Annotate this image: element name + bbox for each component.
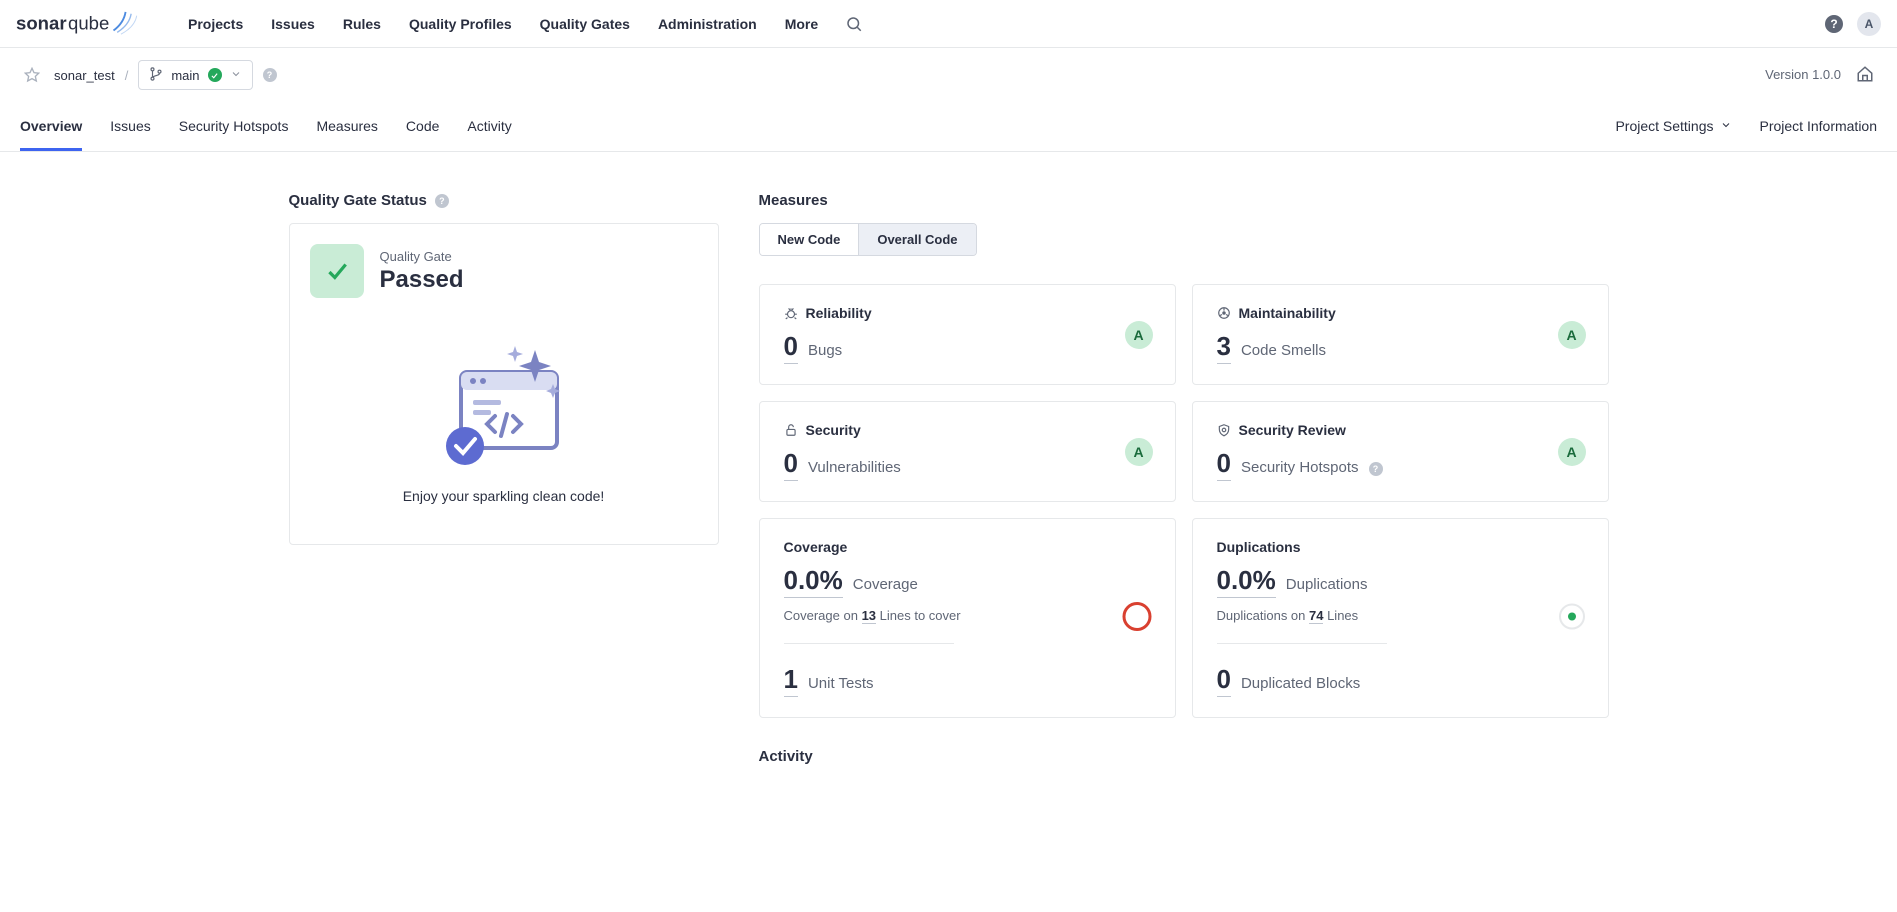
bug-icon: [784, 306, 798, 320]
security-review-card: Security Review 0 Security Hotspots ? A: [1192, 401, 1609, 502]
star-icon[interactable]: [20, 63, 44, 87]
security-review-rating[interactable]: A: [1558, 438, 1586, 466]
hotspots-label: Security Hotspots: [1241, 459, 1359, 476]
coverage-card: Coverage 0.0% Coverage Coverage on 13 Li…: [759, 518, 1176, 718]
quality-gate-check-icon: [310, 244, 364, 298]
measures-toggle: New Code Overall Code: [759, 223, 977, 256]
vulnerabilities-count[interactable]: 0: [784, 448, 798, 481]
help-icon[interactable]: ?: [1825, 15, 1843, 33]
avatar[interactable]: A: [1857, 12, 1881, 36]
reliability-card: Reliability 0 Bugs A: [759, 284, 1176, 385]
project-settings-dropdown[interactable]: Project Settings: [1615, 104, 1731, 151]
coverage-ring-icon: [1121, 601, 1153, 636]
nav-administration[interactable]: Administration: [644, 0, 771, 48]
nav-issues[interactable]: Issues: [257, 0, 329, 48]
branch-help-icon[interactable]: ?: [263, 68, 277, 82]
security-rating[interactable]: A: [1125, 438, 1153, 466]
maintainability-rating[interactable]: A: [1558, 321, 1586, 349]
security-title: Security: [806, 422, 861, 438]
chevron-down-icon: [1720, 118, 1732, 134]
quality-gate-help-icon[interactable]: ?: [435, 194, 449, 208]
coverage-sub-prefix: Coverage on: [784, 608, 862, 623]
shield-icon: [1217, 423, 1231, 437]
tab-security-hotspots[interactable]: Security Hotspots: [179, 104, 289, 151]
nav-more[interactable]: More: [771, 0, 832, 48]
search-icon[interactable]: [842, 12, 866, 36]
duplications-sub-prefix: Duplications on: [1217, 608, 1310, 623]
breadcrumb-separator: /: [125, 68, 129, 83]
reliability-title: Reliability: [806, 305, 872, 321]
security-card: Security 0 Vulnerabilities A: [759, 401, 1176, 502]
duplications-card: Duplications 0.0% Duplications Duplicati…: [1192, 518, 1609, 718]
tab-code[interactable]: Code: [406, 104, 439, 151]
coverage-percent[interactable]: 0.0%: [784, 565, 843, 598]
duplicated-blocks-count[interactable]: 0: [1217, 664, 1231, 697]
duplications-ring-icon: [1558, 603, 1586, 634]
security-review-title: Security Review: [1239, 422, 1346, 438]
nav-quality-gates[interactable]: Quality Gates: [526, 0, 644, 48]
measures-section-title: Measures: [759, 192, 828, 209]
coverage-label: Coverage: [853, 576, 918, 593]
project-information-link[interactable]: Project Information: [1760, 104, 1878, 151]
svg-text:sonar: sonar: [16, 12, 67, 33]
quality-gate-message: Enjoy your sparkling clean code!: [403, 488, 605, 504]
nav-rules[interactable]: Rules: [329, 0, 395, 48]
activity-section-title: Activity: [759, 748, 1609, 765]
maintainability-card: Maintainability 3 Code Smells A: [1192, 284, 1609, 385]
home-icon[interactable]: [1853, 62, 1877, 86]
coverage-lines-to-cover[interactable]: 13: [862, 608, 876, 624]
new-code-toggle[interactable]: New Code: [760, 224, 859, 255]
coverage-sub-suffix: Lines to cover: [876, 608, 961, 623]
unit-tests-count[interactable]: 1: [784, 664, 798, 697]
duplications-title: Duplications: [1217, 539, 1301, 555]
branch-selector[interactable]: main: [138, 60, 252, 90]
tab-overview[interactable]: Overview: [20, 104, 82, 151]
coverage-title: Coverage: [784, 539, 848, 555]
duplications-lines[interactable]: 74: [1309, 608, 1323, 624]
branch-name: main: [171, 68, 199, 83]
hotspots-count[interactable]: 0: [1217, 448, 1231, 481]
bugs-label: Bugs: [808, 342, 842, 359]
tab-activity[interactable]: Activity: [467, 104, 511, 151]
nav-projects[interactable]: Projects: [174, 0, 257, 48]
maintainability-title: Maintainability: [1239, 305, 1336, 321]
project-name[interactable]: sonar_test: [54, 68, 115, 83]
code-smells-count[interactable]: 3: [1217, 331, 1231, 364]
code-smells-label: Code Smells: [1241, 342, 1326, 359]
duplications-sub-suffix: Lines: [1323, 608, 1358, 623]
nav-quality-profiles[interactable]: Quality Profiles: [395, 0, 526, 48]
quality-gate-card: Quality Gate Passed: [289, 223, 719, 545]
chevron-down-icon: [230, 68, 242, 83]
bugs-count[interactable]: 0: [784, 331, 798, 364]
version-label: Version 1.0.0: [1765, 67, 1841, 82]
vulnerabilities-label: Vulnerabilities: [808, 459, 901, 476]
duplicated-blocks-label: Duplicated Blocks: [1241, 675, 1360, 692]
branch-icon: [149, 67, 163, 84]
lock-open-icon: [784, 423, 798, 437]
overall-code-toggle[interactable]: Overall Code: [858, 224, 975, 255]
tab-issues[interactable]: Issues: [110, 104, 150, 151]
code-smell-icon: [1217, 306, 1231, 320]
logo[interactable]: sonarqube: [16, 9, 146, 39]
quality-gate-status: Passed: [380, 266, 464, 294]
clean-code-illustration: [439, 346, 569, 466]
svg-text:qube: qube: [68, 12, 109, 33]
unit-tests-label: Unit Tests: [808, 675, 874, 692]
duplications-label: Duplications: [1286, 576, 1368, 593]
hotspots-help-icon[interactable]: ?: [1369, 462, 1383, 476]
duplications-percent[interactable]: 0.0%: [1217, 565, 1276, 598]
reliability-rating[interactable]: A: [1125, 321, 1153, 349]
quality-gate-label: Quality Gate: [380, 249, 464, 264]
branch-status-check-icon: [208, 68, 222, 82]
quality-gate-section-title: Quality Gate Status: [289, 192, 427, 209]
tab-measures[interactable]: Measures: [316, 104, 377, 151]
